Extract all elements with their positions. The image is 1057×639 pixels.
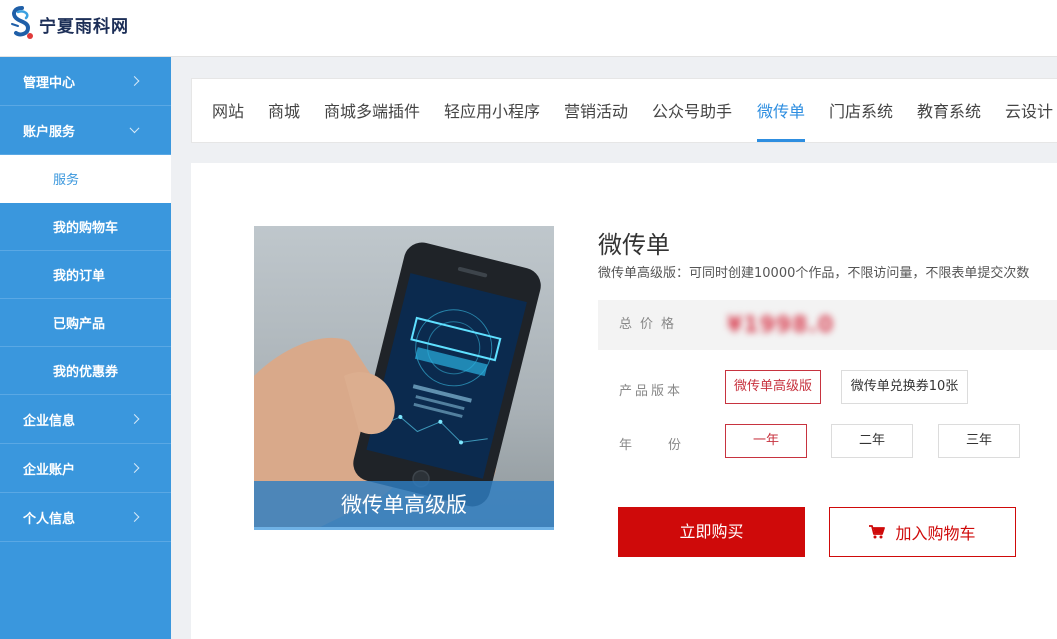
product-title: 微传单	[598, 231, 670, 259]
chevron-right-icon	[129, 512, 140, 522]
year-option-2[interactable]: 二年	[831, 424, 913, 458]
tab-store-system[interactable]: 门店系统	[829, 79, 893, 142]
sidebar-item-label: 账户服务	[23, 124, 76, 140]
version-label: 产品版本	[619, 384, 684, 399]
version-option-coupon-10[interactable]: 微传单兑换券10张	[841, 370, 968, 404]
sidebar-item-account-services[interactable]: 账户服务	[0, 106, 171, 155]
price-value: ¥1998.0	[727, 313, 835, 338]
sidebar-item-company-info[interactable]: 企业信息	[0, 395, 171, 444]
sidebar-item-label: 企业账户	[23, 462, 76, 478]
product-image: 微传单高级版	[254, 226, 554, 530]
sidebar-item-label: 我的购物车	[53, 221, 119, 236]
sidebar-item-label: 个人信息	[23, 511, 76, 527]
shopping-cart-icon	[869, 525, 886, 539]
chevron-down-icon	[129, 123, 140, 134]
site-logo[interactable]: 宁夏雨科网	[8, 6, 129, 42]
product-description: 微传单高级版：可同时创建10000个作品，不限访问量，不限表单提交次数	[598, 266, 1030, 281]
sidebar-item-label: 服务	[53, 173, 80, 188]
tab-mall-multi-plugin[interactable]: 商城多端插件	[324, 79, 420, 142]
sidebar-item-label: 管理中心	[23, 75, 76, 91]
sidebar-item-label: 我的订单	[53, 269, 106, 284]
sidebar-item-management-center[interactable]: 管理中心	[0, 57, 171, 106]
tab-education-system[interactable]: 教育系统	[917, 79, 981, 142]
sidebar-item-my-orders[interactable]: 我的订单	[0, 251, 171, 299]
tab-micro-flyer[interactable]: 微传单	[757, 79, 806, 142]
chevron-right-icon	[129, 414, 140, 424]
tab-mall[interactable]: 商城	[268, 79, 300, 142]
logo-icon	[11, 6, 33, 39]
sidebar-item-label: 我的优惠券	[53, 365, 119, 380]
buy-now-button[interactable]: 立即购买	[618, 507, 805, 557]
sidebar-item-my-coupons[interactable]: 我的优惠券	[0, 347, 171, 395]
logo-text: 宁夏雨科网	[39, 16, 129, 37]
tab-cloud-design[interactable]: 云设计	[1005, 79, 1053, 142]
sidebar-item-label: 企业信息	[23, 413, 76, 429]
top-header: 宁夏雨科网	[0, 0, 1057, 57]
version-option-premium[interactable]: 微传单高级版	[725, 370, 821, 404]
sidebar-item-services[interactable]: 服务	[0, 155, 171, 203]
year-option-3[interactable]: 三年	[938, 424, 1020, 458]
chevron-right-icon	[129, 463, 140, 473]
add-to-cart-button[interactable]: 加入购物车	[829, 507, 1016, 557]
sidebar-item-purchased-products[interactable]: 已购产品	[0, 299, 171, 347]
sidebar-item-my-cart[interactable]: 我的购物车	[0, 203, 171, 251]
sidebar-item-personal-info[interactable]: 个人信息	[0, 493, 171, 542]
add-to-cart-label: 加入购物车	[895, 524, 976, 543]
year-option-1[interactable]: 一年	[725, 424, 807, 458]
tab-marketing[interactable]: 营销活动	[564, 79, 628, 142]
product-image-caption: 微传单高级版	[254, 481, 554, 530]
tab-wechat-assistant[interactable]: 公众号助手	[652, 79, 732, 142]
price-label: 总价格	[619, 317, 683, 332]
chevron-right-icon	[129, 76, 140, 86]
sidebar-item-label: 已购产品	[53, 317, 106, 332]
sidebar-item-company-account[interactable]: 企业账户	[0, 444, 171, 493]
tab-website[interactable]: 网站	[212, 79, 244, 142]
product-category-tabs: 网站 商城 商城多端插件 轻应用小程序 营销活动 公众号助手 微传单 门店系统 …	[191, 78, 1057, 143]
sidebar: 管理中心 账户服务 服务 我的购物车 我的订单 已购产品 我的优惠券 企业信息 …	[0, 57, 171, 639]
year-label: 年份	[619, 438, 718, 453]
tab-mini-program[interactable]: 轻应用小程序	[444, 79, 540, 142]
